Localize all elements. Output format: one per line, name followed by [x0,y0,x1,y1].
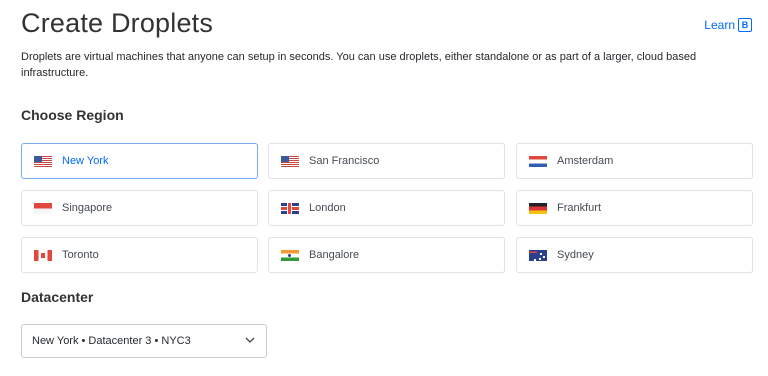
region-name: Amsterdam [557,155,614,167]
learn-link[interactable]: Learn B [704,18,752,32]
region-card-new-york[interactable]: New York [21,143,258,179]
learn-label: Learn [704,18,735,32]
in-flag-icon [281,249,299,261]
region-card-bangalore[interactable]: Bangalore [268,237,505,273]
datacenter-heading: Datacenter [21,289,94,305]
region-grid: New York San Francisco Amsterdam Singapo… [21,143,753,274]
region-name: London [309,202,346,214]
region-name: San Francisco [309,155,380,167]
chevron-down-icon [245,337,255,343]
page-title: Create Droplets [21,8,214,38]
region-name: Singapore [62,202,113,214]
book-icon: B [738,18,752,32]
region-heading: Choose Region [21,107,124,123]
region-name: Toronto [62,249,99,261]
au-flag-icon [529,249,547,261]
region-card-amsterdam[interactable]: Amsterdam [516,143,753,179]
region-name: Sydney [557,249,594,261]
region-name: Frankfurt [557,202,602,214]
ca-flag-icon [34,249,52,261]
us-flag-icon [34,155,52,167]
nl-flag-icon [529,155,547,167]
us-flag-icon [281,155,299,167]
region-card-san-francisco[interactable]: San Francisco [268,143,505,179]
datacenter-select-value: New York • Datacenter 3 • NYC3 [32,335,191,347]
de-flag-icon [529,202,547,214]
page-description: Droplets are virtual machines that anyon… [21,51,697,79]
region-card-london[interactable]: London [268,190,505,226]
region-name: Bangalore [309,249,360,261]
region-card-singapore[interactable]: Singapore [21,190,258,226]
region-card-toronto[interactable]: Toronto [21,237,258,273]
datacenter-select[interactable]: New York • Datacenter 3 • NYC3 [21,324,267,358]
region-card-sydney[interactable]: Sydney [516,237,753,273]
sg-flag-icon [34,202,52,214]
gb-flag-icon [281,202,299,214]
region-card-frankfurt[interactable]: Frankfurt [516,190,753,226]
region-name: New York [62,155,109,167]
